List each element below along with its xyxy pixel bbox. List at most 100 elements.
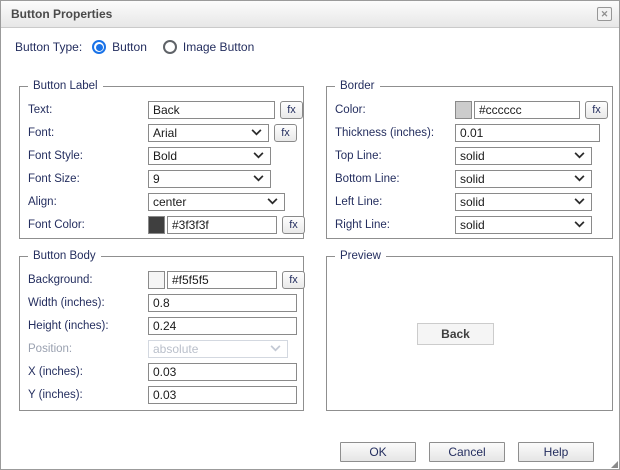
font-field-row: Font: Arial fx	[28, 123, 297, 142]
top-line-select-value: solid	[460, 149, 485, 163]
position-label: Position:	[28, 343, 148, 355]
radio-option-button-label: Button	[112, 40, 147, 54]
bottom-line-select-value: solid	[460, 172, 485, 186]
radio-unselected-icon[interactable]	[163, 40, 177, 54]
x-input[interactable]	[148, 363, 297, 381]
bottom-line-field-row: Bottom Line: solid	[335, 169, 606, 188]
button-body-group: Button Body Background: fx Width (inches…	[19, 256, 304, 411]
width-field-row: Width (inches):	[28, 293, 297, 312]
chevron-down-icon	[251, 129, 262, 136]
text-fx-button[interactable]: fx	[280, 101, 303, 119]
y-label: Y (inches):	[28, 389, 148, 401]
top-line-field-row: Top Line: solid	[335, 146, 606, 165]
border-color-fx-button[interactable]: fx	[585, 101, 608, 119]
font-color-fx-button[interactable]: fx	[282, 216, 305, 234]
font-style-select-value: Bold	[153, 149, 177, 163]
font-style-label: Font Style:	[28, 150, 148, 162]
width-label: Width (inches):	[28, 297, 148, 309]
font-color-field-row: Font Color: fx	[28, 215, 297, 234]
top-line-label: Top Line:	[335, 150, 455, 162]
thickness-field-row: Thickness (inches):	[335, 123, 606, 142]
font-select[interactable]: Arial	[148, 124, 269, 142]
align-select[interactable]: center	[148, 193, 285, 211]
dialog-footer: OK Cancel Help	[340, 442, 594, 462]
height-input[interactable]	[148, 317, 297, 335]
button-type-row: Button Type: Button Image Button	[15, 38, 270, 56]
width-input[interactable]	[148, 294, 297, 312]
resize-grip-icon[interactable]	[611, 461, 618, 468]
border-color-label: Color:	[335, 104, 455, 116]
chevron-down-icon	[574, 152, 585, 159]
x-label: X (inches):	[28, 366, 148, 378]
position-select: absolute	[148, 340, 288, 358]
button-type-label: Button Type:	[15, 40, 82, 54]
font-label: Font:	[28, 127, 148, 139]
right-line-field-row: Right Line: solid	[335, 215, 606, 234]
background-fx-button[interactable]: fx	[282, 271, 305, 289]
align-label: Align:	[28, 196, 148, 208]
dialog-title: Button Properties	[11, 1, 112, 27]
font-fx-button[interactable]: fx	[274, 124, 297, 142]
dialog-titlebar: Button Properties ✕	[1, 1, 619, 28]
font-color-swatch[interactable]	[148, 216, 165, 234]
font-size-select-value: 9	[153, 172, 160, 186]
button-label-group: Button Label Text: fx Font: Arial fx Fon…	[19, 86, 304, 239]
background-swatch[interactable]	[148, 271, 165, 289]
text-label: Text:	[28, 104, 148, 116]
thickness-label: Thickness (inches):	[335, 127, 455, 139]
radio-option-image-button[interactable]: Image Button	[163, 40, 254, 54]
radio-option-button[interactable]: Button	[92, 40, 147, 54]
font-size-select[interactable]: 9	[148, 170, 271, 188]
chevron-down-icon	[574, 198, 585, 205]
y-field-row: Y (inches):	[28, 385, 297, 404]
right-line-select[interactable]: solid	[455, 216, 592, 234]
close-icon[interactable]: ✕	[597, 7, 612, 21]
border-color-field-row: Color: fx	[335, 100, 606, 119]
font-size-label: Font Size:	[28, 173, 148, 185]
preview-group: Preview Back	[326, 256, 613, 411]
left-line-select[interactable]: solid	[455, 193, 592, 211]
chevron-down-icon	[574, 175, 585, 182]
help-button[interactable]: Help	[518, 442, 594, 462]
border-color-input[interactable]	[474, 101, 580, 119]
chevron-down-icon	[253, 152, 264, 159]
ok-button[interactable]: OK	[340, 442, 416, 462]
position-select-value: absolute	[153, 342, 198, 356]
cancel-button[interactable]: Cancel	[429, 442, 505, 462]
border-color-swatch[interactable]	[455, 101, 472, 119]
chevron-down-icon	[270, 345, 281, 352]
button-body-legend: Button Body	[28, 249, 101, 263]
radio-option-image-button-label: Image Button	[183, 40, 254, 54]
align-field-row: Align: center	[28, 192, 297, 211]
height-label: Height (inches):	[28, 320, 148, 332]
border-group: Border Color: fx Thickness (inches): Top…	[326, 86, 613, 239]
y-input[interactable]	[148, 386, 297, 404]
left-line-select-value: solid	[460, 195, 485, 209]
bottom-line-label: Bottom Line:	[335, 173, 455, 185]
left-line-label: Left Line:	[335, 196, 455, 208]
text-input[interactable]	[148, 101, 275, 119]
background-input[interactable]	[167, 271, 277, 289]
background-field-row: Background: fx	[28, 270, 297, 289]
font-style-field-row: Font Style: Bold	[28, 146, 297, 165]
font-size-field-row: Font Size: 9	[28, 169, 297, 188]
right-line-label: Right Line:	[335, 219, 455, 231]
left-line-field-row: Left Line: solid	[335, 192, 606, 211]
x-field-row: X (inches):	[28, 362, 297, 381]
top-line-select[interactable]: solid	[455, 147, 592, 165]
chevron-down-icon	[253, 175, 264, 182]
position-field-row: Position: absolute	[28, 339, 297, 358]
right-line-select-value: solid	[460, 218, 485, 232]
font-style-select[interactable]: Bold	[148, 147, 271, 165]
preview-legend: Preview	[335, 249, 386, 263]
preview-back-button: Back	[417, 323, 494, 345]
font-color-input[interactable]	[167, 216, 277, 234]
thickness-input[interactable]	[455, 124, 600, 142]
border-legend: Border	[335, 79, 380, 93]
bottom-line-select[interactable]: solid	[455, 170, 592, 188]
chevron-down-icon	[574, 221, 585, 228]
align-select-value: center	[153, 195, 186, 209]
background-label: Background:	[28, 274, 148, 286]
radio-selected-icon[interactable]	[92, 40, 106, 54]
chevron-down-icon	[267, 198, 278, 205]
